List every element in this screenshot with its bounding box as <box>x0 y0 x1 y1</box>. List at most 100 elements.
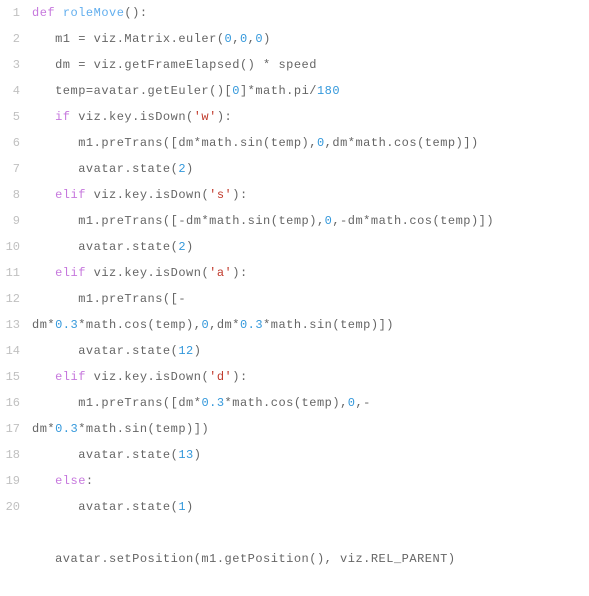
code-content: m1.preTrans([dm*math.sin(temp),0,dm*math… <box>32 130 589 156</box>
token-plain: ) <box>186 500 194 514</box>
code-content: avatar.setPosition(m1.getPosition(), viz… <box>32 546 589 572</box>
token-num: 0.3 <box>201 396 224 410</box>
token-plain: ,- <box>355 396 370 410</box>
code-content: if viz.key.isDown('w'): <box>32 104 589 130</box>
token-str: 's' <box>209 188 232 202</box>
token-plain: (): <box>124 6 147 20</box>
code-line: 13dm*0.3*math.cos(temp),0,dm*0.3*math.si… <box>0 312 589 338</box>
token-plain: dm* <box>32 318 55 332</box>
code-line: 7 avatar.state(2) <box>0 156 589 182</box>
code-content: elif viz.key.isDown('a'): <box>32 260 589 286</box>
line-number: 7 <box>0 156 32 182</box>
code-line: 5 if viz.key.isDown('w'): <box>0 104 589 130</box>
code-content: avatar.state(12) <box>32 338 589 364</box>
token-num: 12 <box>178 344 193 358</box>
token-plain: ) <box>194 448 202 462</box>
code-content: def roleMove(): <box>32 0 589 26</box>
line-number: 16 <box>0 390 32 416</box>
token-plain: viz.key.isDown( <box>71 110 194 124</box>
code-content: m1 = viz.Matrix.euler(0,0,0) <box>32 26 589 52</box>
code-content: else: <box>32 468 589 494</box>
token-plain: avatar.state( <box>78 344 178 358</box>
token-kw: if <box>55 110 70 124</box>
token-kw: elif <box>55 370 86 384</box>
line-number: 18 <box>0 442 32 468</box>
token-str: 'a' <box>209 266 232 280</box>
token-plain: avatar.setPosition(m1.getPosition(), viz… <box>55 552 455 566</box>
code-content: dm*0.3*math.sin(temp)]) <box>32 416 589 442</box>
code-content: m1.preTrans([dm*0.3*math.cos(temp),0,- <box>32 390 589 416</box>
token-plain: viz.key.isDown( <box>86 370 209 384</box>
token-num: 0.3 <box>55 318 78 332</box>
token-num: 2 <box>178 240 186 254</box>
token-num: 0.3 <box>55 422 78 436</box>
code-line: 8 elif viz.key.isDown('s'): <box>0 182 589 208</box>
code-line: 17dm*0.3*math.sin(temp)]) <box>0 416 589 442</box>
code-content: m1.preTrans([- <box>32 286 589 312</box>
code-line: 14 avatar.state(12) <box>0 338 589 364</box>
token-plain: ,dm* <box>209 318 240 332</box>
token-plain: ,dm*math.cos(temp)]) <box>325 136 479 150</box>
token-plain: m1.preTrans([dm* <box>78 396 201 410</box>
line-number: 8 <box>0 182 32 208</box>
token-num: 0 <box>201 318 209 332</box>
line-number: 10 <box>0 234 32 260</box>
code-content: dm*0.3*math.cos(temp),0,dm*0.3*math.sin(… <box>32 312 589 338</box>
token-num: 0.3 <box>240 318 263 332</box>
line-number: 12 <box>0 286 32 312</box>
line-number: 17 <box>0 416 32 442</box>
token-plain: temp=avatar.getEuler()[ <box>55 84 232 98</box>
token-plain: ) <box>186 240 194 254</box>
line-number: 5 <box>0 104 32 130</box>
token-num: 0 <box>255 32 263 46</box>
token-plain: ) <box>263 32 271 46</box>
code-content: temp=avatar.getEuler()[0]*math.pi/180 <box>32 78 589 104</box>
code-content: avatar.state(1) <box>32 494 589 520</box>
token-str: 'w' <box>194 110 217 124</box>
code-line: 11 elif viz.key.isDown('a'): <box>0 260 589 286</box>
code-line: 15 elif viz.key.isDown('d'): <box>0 364 589 390</box>
code-line: avatar.setPosition(m1.getPosition(), viz… <box>0 546 589 572</box>
token-plain: ,-dm*math.cos(temp)]) <box>332 214 494 228</box>
code-content: dm = viz.getFrameElapsed() * speed <box>32 52 589 78</box>
token-plain: dm = viz.getFrameElapsed() * speed <box>55 58 317 72</box>
token-num: 1 <box>178 500 186 514</box>
token-plain: ) <box>186 162 194 176</box>
token-plain: , <box>232 32 240 46</box>
token-plain: viz.key.isDown( <box>86 188 209 202</box>
code-content: m1.preTrans([-dm*math.sin(temp),0,-dm*ma… <box>32 208 589 234</box>
line-number: 2 <box>0 26 32 52</box>
line-number: 6 <box>0 130 32 156</box>
token-plain: *math.cos(temp), <box>225 396 348 410</box>
code-line: 9 m1.preTrans([-dm*math.sin(temp),0,-dm*… <box>0 208 589 234</box>
token-kw: def <box>32 6 63 20</box>
token-plain: ): <box>232 370 247 384</box>
code-content: elif viz.key.isDown('d'): <box>32 364 589 390</box>
line-number: 13 <box>0 312 32 338</box>
token-fn: roleMove <box>63 6 125 20</box>
token-plain: avatar.state( <box>78 162 178 176</box>
token-num: 0 <box>232 84 240 98</box>
line-number: 20 <box>0 494 32 520</box>
token-plain: avatar.state( <box>78 240 178 254</box>
code-line: 2 m1 = viz.Matrix.euler(0,0,0) <box>0 26 589 52</box>
token-num: 180 <box>317 84 340 98</box>
token-kw: elif <box>55 188 86 202</box>
code-content: avatar.state(2) <box>32 234 589 260</box>
token-plain: *math.sin(temp)]) <box>78 422 209 436</box>
token-plain: m1.preTrans([dm*math.sin(temp), <box>78 136 317 150</box>
line-number: 11 <box>0 260 32 286</box>
code-content: avatar.state(2) <box>32 156 589 182</box>
token-plain: ): <box>232 188 247 202</box>
code-line <box>0 520 589 546</box>
token-plain: avatar.state( <box>78 500 178 514</box>
token-plain: ): <box>232 266 247 280</box>
line-number: 9 <box>0 208 32 234</box>
token-plain: avatar.state( <box>78 448 178 462</box>
token-plain: *math.sin(temp)]) <box>263 318 394 332</box>
code-line: 10 avatar.state(2) <box>0 234 589 260</box>
token-num: 13 <box>178 448 193 462</box>
token-plain: ) <box>194 344 202 358</box>
token-num: 0 <box>240 32 248 46</box>
line-number: 1 <box>0 0 32 26</box>
